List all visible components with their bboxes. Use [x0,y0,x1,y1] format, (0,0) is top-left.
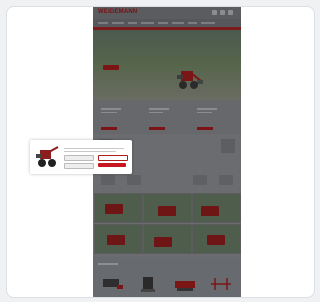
nav-item[interactable] [128,22,137,24]
product-thumb[interactable] [193,175,207,185]
nav-item[interactable] [188,22,197,24]
product-thumb[interactable] [127,175,141,185]
info-column [149,108,171,115]
consent-settings-button[interactable] [64,155,94,161]
nav-item[interactable] [112,22,124,24]
attachment-image[interactable] [207,275,235,293]
info-column [101,108,123,115]
consent-more-button[interactable] [64,163,94,169]
category-tile[interactable] [192,193,241,223]
site-header: WEIDEMANN [93,7,241,19]
nav-item[interactable] [158,22,168,24]
product-thumb[interactable] [101,175,115,185]
info-link[interactable] [197,127,213,130]
consent-accept-button[interactable] [98,163,126,167]
nav-item[interactable] [172,22,184,24]
cart-icon[interactable] [228,10,233,15]
main-navigation [93,19,241,27]
category-tile[interactable] [143,193,192,223]
brand-logo[interactable]: WEIDEMANN [98,9,137,15]
category-tile[interactable] [192,224,241,254]
user-icon[interactable] [220,10,225,15]
section-heading [98,263,118,265]
attachment-image[interactable] [137,275,161,293]
info-link[interactable] [101,127,117,130]
consent-text-line [64,150,116,152]
product-thumb[interactable] [219,175,233,185]
info-column [197,108,219,115]
cookie-consent-dialog [30,140,132,174]
nav-item[interactable] [201,22,215,24]
wheel-loader-image [177,71,203,89]
consent-text-line [64,148,124,149]
info-link[interactable] [149,127,165,130]
search-icon[interactable] [212,10,217,15]
nav-item[interactable] [98,22,108,24]
category-tile[interactable] [94,224,143,254]
nav-item[interactable] [141,22,154,24]
consent-decline-button[interactable] [98,155,128,161]
attachment-image[interactable] [101,275,125,293]
attachment-image[interactable] [173,275,197,293]
category-tile[interactable] [94,193,143,223]
preview-card: WEIDEMANN [6,6,315,298]
product-thumb[interactable] [221,139,235,153]
hero-cta-button[interactable] [103,65,119,70]
consent-dialog-image [36,146,59,167]
category-tile[interactable] [143,224,192,254]
